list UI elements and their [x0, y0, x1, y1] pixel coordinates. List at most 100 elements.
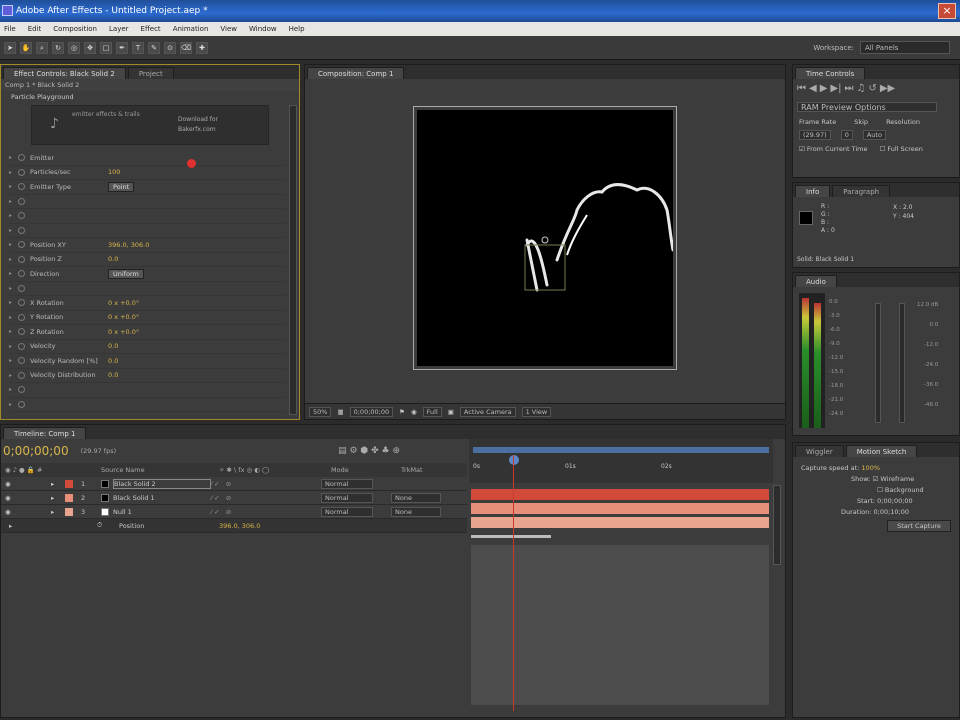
- tab-wiggler[interactable]: Wiggler: [795, 445, 844, 457]
- stopwatch-icon[interactable]: [18, 299, 25, 307]
- roi-icon[interactable]: ▣: [448, 408, 454, 416]
- loop-icon[interactable]: ↺: [868, 83, 876, 94]
- stopwatch-icon[interactable]: [18, 270, 25, 278]
- pan-behind-tool-icon[interactable]: ✥: [84, 41, 96, 54]
- views-dropdown[interactable]: 1 View: [521, 406, 552, 417]
- blend-mode-dropdown[interactable]: Normal: [321, 506, 373, 517]
- frame-rate-dropdown[interactable]: (29.97): [799, 130, 831, 140]
- property-value[interactable]: 0 x +0.0°: [108, 299, 139, 307]
- stopwatch-icon[interactable]: [18, 226, 25, 234]
- menu-file[interactable]: File: [4, 22, 16, 36]
- layer-row[interactable]: ◉ ▸ 3 Null 1 ⁄ ✓ ⊘ Normal None: [1, 505, 467, 519]
- stopwatch-icon[interactable]: [18, 197, 25, 205]
- prev-frame-icon[interactable]: ◀: [809, 83, 817, 94]
- position-value[interactable]: 396.0, 306.0: [219, 522, 260, 530]
- next-frame-icon[interactable]: ▶|: [830, 83, 841, 94]
- tab-time-controls[interactable]: Time Controls: [795, 67, 866, 79]
- menu-edit[interactable]: Edit: [28, 22, 42, 36]
- property-value[interactable]: 100: [108, 168, 120, 176]
- skip-dropdown[interactable]: 0: [840, 130, 853, 140]
- current-time-indicator[interactable]: [513, 455, 514, 711]
- ram-preview-dropdown[interactable]: RAM Preview Options: [797, 102, 937, 112]
- expand-triangle-icon[interactable]: ▸: [9, 285, 15, 292]
- label-color-swatch[interactable]: [65, 507, 73, 516]
- layer-3-duration-bar[interactable]: [471, 517, 769, 528]
- clone-tool-icon[interactable]: ⊙: [164, 41, 176, 54]
- rotate-tool-icon[interactable]: ↻: [52, 41, 64, 54]
- property-value[interactable]: 0 x +0.0°: [108, 328, 139, 336]
- stopwatch-icon[interactable]: [18, 357, 25, 365]
- workspace-dropdown[interactable]: All Panels: [860, 41, 950, 54]
- tab-audio[interactable]: Audio: [795, 275, 837, 287]
- mode-header[interactable]: Mode: [331, 466, 401, 474]
- background-checkbox[interactable]: ☐: [877, 486, 883, 494]
- current-timecode[interactable]: 0;00;00;00: [3, 444, 69, 458]
- menu-help[interactable]: Help: [289, 22, 305, 36]
- property-value[interactable]: 0.0: [108, 255, 118, 263]
- visibility-icon[interactable]: ◉: [1, 494, 51, 502]
- expand-triangle-icon[interactable]: ▸: [9, 256, 15, 263]
- layer-name[interactable]: Null 1: [113, 508, 211, 516]
- expand-triangle-icon[interactable]: ▸: [9, 183, 15, 190]
- layer-1-duration-bar[interactable]: [471, 489, 769, 500]
- expand-triangle-icon[interactable]: ▸: [9, 314, 15, 321]
- tab-timeline[interactable]: Timeline: Comp 1: [3, 427, 87, 439]
- expand-triangle-icon[interactable]: ▸: [9, 401, 15, 408]
- tab-project[interactable]: Project: [127, 67, 174, 79]
- expand-triangle-icon[interactable]: ▸: [51, 480, 65, 488]
- expand-triangle-icon[interactable]: ▸: [9, 299, 15, 306]
- stopwatch-icon[interactable]: ⏱: [97, 521, 119, 530]
- stopwatch-icon[interactable]: [18, 328, 25, 336]
- expand-triangle-icon[interactable]: ▸: [51, 508, 65, 516]
- expand-triangle-icon[interactable]: ▸: [9, 328, 15, 335]
- expand-triangle-icon[interactable]: ▸: [9, 372, 15, 379]
- effect-panel-scrollbar[interactable]: [289, 105, 297, 415]
- menu-layer[interactable]: Layer: [109, 22, 129, 36]
- timeline-empty-area[interactable]: [471, 545, 769, 705]
- layer-row[interactable]: ◉ ▸ 1 Black Solid 2 ⁄ ✓ ⊘ Normal: [1, 477, 467, 491]
- stopwatch-icon[interactable]: [18, 241, 25, 249]
- visibility-icon[interactable]: ◉: [1, 508, 51, 516]
- stopwatch-icon[interactable]: [18, 284, 25, 292]
- tab-info[interactable]: Info: [795, 185, 831, 197]
- expand-triangle-icon[interactable]: ▸: [9, 241, 15, 248]
- expand-triangle-icon[interactable]: ▸: [9, 169, 15, 176]
- layer-2-duration-bar[interactable]: [471, 503, 769, 514]
- puppet-tool-icon[interactable]: ✚: [196, 41, 208, 54]
- layer-name[interactable]: Black Solid 2: [113, 478, 211, 489]
- source-name-header[interactable]: Source Name: [101, 466, 219, 474]
- stopwatch-icon[interactable]: [18, 371, 25, 379]
- property-value[interactable]: 0 x +0.0°: [108, 313, 139, 321]
- audio-level-slider-right[interactable]: [899, 303, 905, 423]
- expand-icon[interactable]: ▸: [1, 522, 97, 530]
- menu-window[interactable]: Window: [249, 22, 277, 36]
- layer-switches[interactable]: ⁄ ✓ ⊘: [211, 480, 321, 488]
- camera-view-dropdown[interactable]: Active Camera: [459, 406, 516, 417]
- camera-tool-icon[interactable]: ◎: [68, 41, 80, 54]
- full-screen-checkbox[interactable]: ☐ Full Screen: [879, 145, 922, 153]
- property-value[interactable]: 0.0: [108, 357, 118, 365]
- first-frame-icon[interactable]: ⏮: [797, 83, 806, 94]
- trkmat-dropdown[interactable]: None: [391, 506, 441, 517]
- playhead-icon[interactable]: [509, 455, 519, 465]
- tab-effect-controls[interactable]: Effect Controls: Black Solid 2: [3, 67, 126, 79]
- from-current-time-checkbox[interactable]: ☑ From Current Time: [799, 145, 867, 153]
- stopwatch-icon[interactable]: [18, 212, 25, 220]
- work-area-bar[interactable]: [473, 447, 769, 453]
- menu-view[interactable]: View: [220, 22, 237, 36]
- camera-icon[interactable]: ⚑: [399, 408, 405, 416]
- brush-tool-icon[interactable]: ✎: [148, 41, 160, 54]
- property-value[interactable]: 0.0: [108, 342, 118, 350]
- eraser-tool-icon[interactable]: ⌫: [180, 41, 192, 54]
- menu-animation[interactable]: Animation: [173, 22, 209, 36]
- resolution-dropdown[interactable]: Full: [422, 406, 442, 417]
- trkmat-dropdown[interactable]: None: [391, 492, 441, 503]
- timeline-scrollbar[interactable]: [773, 485, 781, 565]
- expand-triangle-icon[interactable]: ▸: [9, 154, 15, 161]
- close-window-button[interactable]: ×: [938, 3, 956, 19]
- label-color-swatch[interactable]: [65, 493, 73, 502]
- stopwatch-icon[interactable]: [18, 255, 25, 263]
- tab-motion-sketch[interactable]: Motion Sketch: [845, 445, 918, 457]
- menu-composition[interactable]: Composition: [53, 22, 97, 36]
- resolution-dropdown-rt[interactable]: Auto: [862, 130, 886, 140]
